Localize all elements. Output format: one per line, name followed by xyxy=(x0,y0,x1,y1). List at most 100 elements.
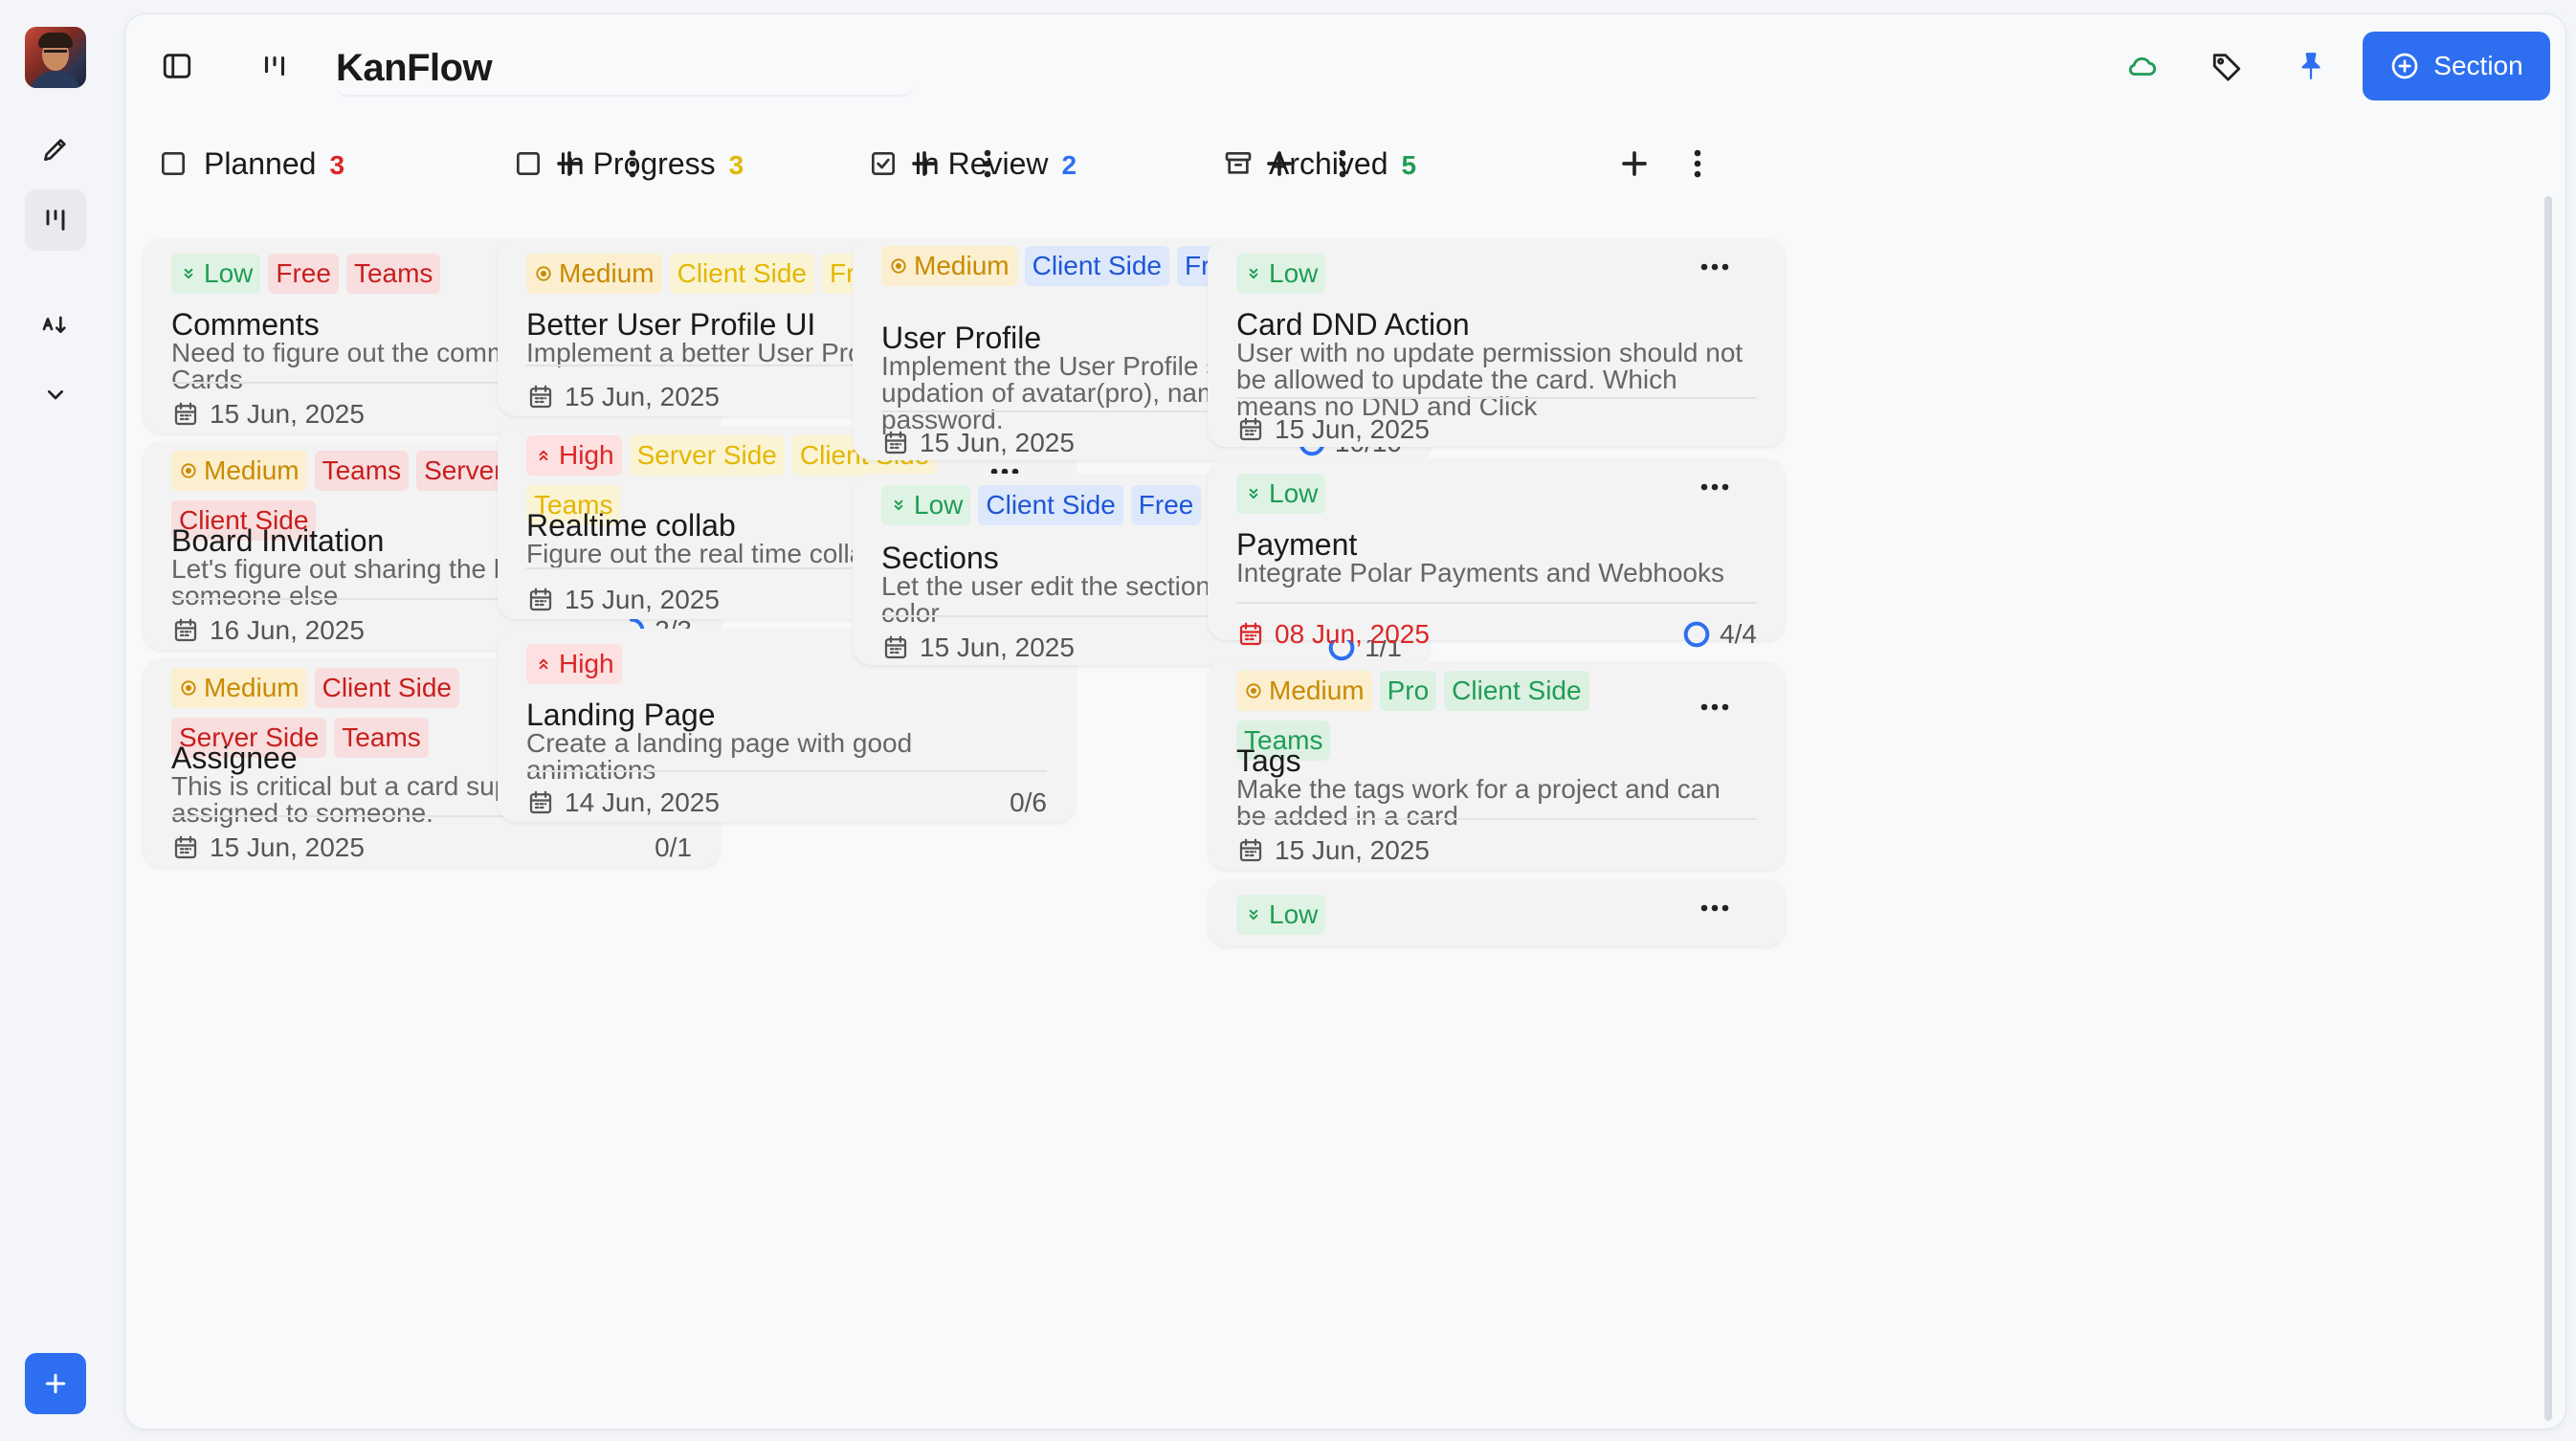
tag-label: Server Side xyxy=(636,440,777,470)
scrollbar[interactable] xyxy=(2544,196,2552,1421)
card-tags: Low xyxy=(1236,895,1677,935)
due-date-text: 15 Jun, 2025 xyxy=(210,399,365,429)
card-divider xyxy=(1236,397,1757,399)
due-date[interactable]: 08 Jun, 2025 xyxy=(1236,619,1430,650)
avatar[interactable] xyxy=(25,27,86,88)
card-description: Integrate Polar Payments and Webhooks xyxy=(1236,558,1725,587)
due-date[interactable]: 15 Jun, 2025 xyxy=(1236,414,1430,445)
due-date[interactable]: 15 Jun, 2025 xyxy=(881,632,1075,663)
column-menu-icon[interactable] xyxy=(1677,143,1719,185)
due-date-text: 08 Jun, 2025 xyxy=(1275,619,1430,649)
checkbox-empty-icon[interactable] xyxy=(513,148,544,179)
priority-badge: Medium xyxy=(171,451,307,491)
calendar-icon xyxy=(526,383,555,411)
label-tag: Teams xyxy=(334,718,429,758)
due-date[interactable]: 16 Jun, 2025 xyxy=(171,615,365,646)
task-card[interactable]: Low Payment Integrate Polar Payments and W… xyxy=(1208,458,1786,649)
column-title[interactable]: In Review 2 xyxy=(914,143,1077,187)
board-title[interactable]: KanFlow xyxy=(336,39,914,97)
column-title-text: Archived xyxy=(1269,146,1388,181)
left-rail xyxy=(0,0,115,1441)
task-card[interactable]: Low Card DND Action User with no update pe… xyxy=(1208,238,1786,447)
checkbox-empty-icon[interactable] xyxy=(158,148,189,179)
card-menu-icon[interactable] xyxy=(1694,887,1736,929)
priority-badge: High xyxy=(526,435,622,476)
subtask-progress: 4/4 xyxy=(1681,619,1757,650)
priority-badge: Medium xyxy=(171,668,307,708)
due-date[interactable]: 15 Jun, 2025 xyxy=(881,428,1075,458)
priority-medium-icon xyxy=(179,461,198,480)
tag-label: Client Side xyxy=(677,258,807,288)
kanban-view-icon[interactable] xyxy=(248,39,301,93)
tag-label: Low xyxy=(1269,899,1319,929)
due-date[interactable]: 14 Jun, 2025 xyxy=(526,787,720,818)
column-title[interactable]: Planned 3 xyxy=(204,143,344,187)
card-menu-icon[interactable] xyxy=(1694,246,1736,288)
priority-badge: Low xyxy=(171,254,261,294)
card-divider xyxy=(1236,602,1757,604)
cloud-sync-icon[interactable] xyxy=(2116,39,2169,93)
chevron-down-icon[interactable] xyxy=(25,364,86,425)
label-tag: Pro xyxy=(1379,671,1437,711)
add-section-label: Section xyxy=(2433,51,2523,80)
label-tag: Server Side xyxy=(629,435,785,476)
priority-low-icon xyxy=(1244,905,1263,924)
tag-label: Medium xyxy=(204,455,300,485)
tag-label: Medium xyxy=(559,258,655,288)
tag-icon[interactable] xyxy=(2200,39,2254,93)
due-date-text: 15 Jun, 2025 xyxy=(1275,835,1430,865)
tag-label: Low xyxy=(1269,478,1319,508)
due-date-text: 15 Jun, 2025 xyxy=(920,632,1075,662)
due-date[interactable]: 15 Jun, 2025 xyxy=(526,585,720,615)
priority-badge: Medium xyxy=(881,246,1017,286)
priority-low-icon xyxy=(1244,264,1263,283)
column-title[interactable]: Archived 5 xyxy=(1269,143,1416,187)
plus-circle-icon xyxy=(2391,53,2418,79)
calendar-icon xyxy=(526,586,555,614)
due-date[interactable]: 15 Jun, 2025 xyxy=(171,832,365,863)
tag-label: Pro xyxy=(1387,676,1430,705)
subtask-count: 4/4 xyxy=(1720,619,1757,649)
calendar-icon xyxy=(171,616,200,645)
priority-medium-icon xyxy=(1244,681,1263,700)
priority-medium-icon xyxy=(534,264,553,283)
priority-medium-icon xyxy=(889,256,908,276)
add-card-button[interactable] xyxy=(1613,143,1655,185)
archive-icon[interactable] xyxy=(1223,148,1254,179)
pencil-icon[interactable] xyxy=(25,119,86,180)
column-header: Archived 5 xyxy=(1190,122,1768,206)
due-date-text: 15 Jun, 2025 xyxy=(920,428,1075,457)
add-section-button[interactable]: Section xyxy=(2363,32,2550,100)
card-menu-icon[interactable] xyxy=(1694,686,1736,728)
priority-medium-icon xyxy=(179,678,198,698)
priority-high-icon xyxy=(534,446,553,465)
add-board-button[interactable] xyxy=(25,1353,86,1414)
card-description: User with no update permission should no… xyxy=(1236,338,1743,421)
calendar-icon xyxy=(526,788,555,817)
due-date-text: 15 Jun, 2025 xyxy=(210,832,365,862)
sort-alpha-icon[interactable] xyxy=(25,295,86,356)
priority-high-icon xyxy=(534,654,553,674)
column-title[interactable]: In Progress 3 xyxy=(559,143,744,187)
card-menu-icon[interactable] xyxy=(1694,466,1736,508)
kanban-icon[interactable] xyxy=(25,189,86,251)
card-tags: Low xyxy=(1236,474,1677,514)
due-date[interactable]: 15 Jun, 2025 xyxy=(526,382,720,412)
pin-icon[interactable] xyxy=(2284,39,2338,93)
priority-badge: High xyxy=(526,644,622,684)
priority-low-icon xyxy=(1244,484,1263,503)
task-card[interactable]: Low xyxy=(1208,879,1786,946)
column-archived: Archived 5 Low Card DND Action User with no … xyxy=(1190,122,1786,1429)
label-tag: Teams xyxy=(314,451,410,491)
checkbox-checked-icon[interactable] xyxy=(868,148,899,179)
card-footer: 08 Jun, 2025 4/4 xyxy=(1236,615,1757,654)
tag-label: Client Side xyxy=(1032,251,1162,280)
task-card[interactable]: Medium Pro Client Side Teams Tags Make the ta… xyxy=(1208,661,1786,870)
tag-label: High xyxy=(559,440,614,470)
due-date[interactable]: 15 Jun, 2025 xyxy=(1236,835,1430,866)
sidebar-toggle-icon[interactable] xyxy=(150,39,204,93)
due-date[interactable]: 15 Jun, 2025 xyxy=(171,399,365,430)
priority-badge: Medium xyxy=(1236,671,1372,711)
due-date-text: 15 Jun, 2025 xyxy=(565,382,720,411)
tag-label: High xyxy=(559,649,614,678)
